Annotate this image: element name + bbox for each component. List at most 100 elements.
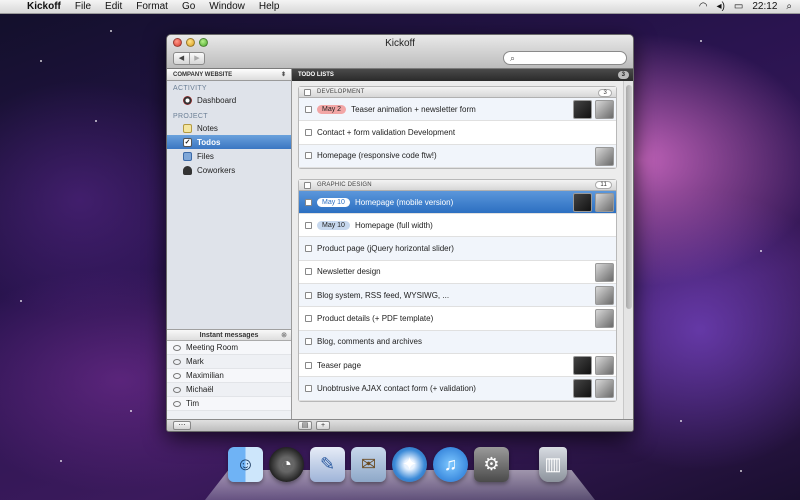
project-select[interactable]: COMPANY WEBSITE ⬍ bbox=[167, 69, 291, 81]
menu-edit[interactable]: Edit bbox=[98, 1, 129, 12]
assignee-avatar[interactable] bbox=[573, 100, 592, 119]
assignee-avatar[interactable] bbox=[595, 100, 614, 119]
due-date-badge: May 10 bbox=[317, 197, 350, 207]
chat-bubble-icon bbox=[173, 344, 181, 351]
todo-item-label: Unobtrusive AJAX contact form (+ validat… bbox=[317, 383, 476, 393]
volume-icon[interactable]: ◂) bbox=[717, 1, 725, 12]
assignee-avatar[interactable] bbox=[595, 262, 614, 282]
sidebar-item-label: Coworkers bbox=[197, 165, 236, 175]
history-nav: ◀ ▶ bbox=[173, 52, 205, 65]
todo-item[interactable]: Unobtrusive AJAX contact form (+ validat… bbox=[299, 377, 616, 401]
sidebar-item-files[interactable]: Files bbox=[167, 149, 291, 163]
todo-item-label: Blog system, RSS feed, WYSIWG, ... bbox=[317, 290, 450, 300]
chat-bubble-icon bbox=[173, 400, 181, 407]
assignee-avatar[interactable] bbox=[573, 192, 592, 212]
close-panel-icon[interactable]: ⊗ bbox=[281, 330, 287, 341]
spotlight-icon[interactable]: ⌕ bbox=[786, 1, 792, 12]
todo-item-label: Product details (+ PDF template) bbox=[317, 314, 434, 324]
todo-item[interactable]: May 10 Homepage (full width) bbox=[299, 214, 616, 238]
menu-help[interactable]: Help bbox=[252, 1, 287, 12]
select-arrows-icon: ⬍ bbox=[280, 72, 286, 78]
safari-icon[interactable]: ✦ bbox=[392, 447, 427, 482]
group-checkbox[interactable] bbox=[304, 89, 311, 96]
todo-group-header[interactable]: DEVELOPMENT 3 bbox=[299, 87, 616, 98]
activity-heading: ACTIVITY bbox=[173, 85, 207, 92]
todo-checkbox[interactable] bbox=[305, 128, 312, 136]
todo-checkbox[interactable] bbox=[305, 198, 312, 206]
assignee-avatar[interactable] bbox=[595, 309, 614, 329]
wifi-icon[interactable]: ◠ bbox=[699, 1, 708, 12]
vertical-scrollbar[interactable] bbox=[623, 81, 633, 419]
battery-icon[interactable]: ▭ bbox=[734, 1, 743, 12]
menu-format[interactable]: Format bbox=[129, 1, 175, 12]
sidebar-item-label: Todos bbox=[197, 137, 221, 147]
todo-checkbox[interactable] bbox=[305, 268, 312, 276]
grid-view-button[interactable]: ⋯ bbox=[173, 421, 191, 430]
assignee-avatar[interactable] bbox=[595, 286, 614, 306]
assignee-avatar[interactable] bbox=[573, 379, 592, 399]
dashboard-icon[interactable]: ◔ bbox=[269, 447, 304, 482]
todo-item[interactable]: Blog system, RSS feed, WYSIWG, ... bbox=[299, 284, 616, 308]
todo-checkbox[interactable] bbox=[305, 338, 312, 346]
todo-checkbox[interactable] bbox=[305, 245, 312, 253]
menu-go[interactable]: Go bbox=[175, 1, 202, 12]
im-item[interactable]: Meeting Room bbox=[167, 341, 291, 355]
sidebar-item-notes[interactable]: Notes bbox=[167, 121, 291, 135]
todo-item[interactable]: Newsletter design bbox=[299, 261, 616, 285]
sidebar-item-label: Files bbox=[197, 151, 214, 161]
todo-item[interactable]: Contact + form validation Development bbox=[299, 121, 616, 145]
todo-item[interactable]: Product page (jQuery horizontal slider) bbox=[299, 237, 616, 261]
todo-item-label: Contact + form validation Development bbox=[317, 127, 456, 137]
todo-checkbox[interactable] bbox=[305, 384, 312, 392]
todo-checkbox[interactable] bbox=[305, 221, 312, 229]
im-item[interactable]: Tim bbox=[167, 397, 291, 411]
todo-item[interactable]: May 2 Teaser animation + newsletter form bbox=[299, 98, 616, 122]
todo-item[interactable]: Homepage (responsive code ftw!) bbox=[299, 144, 616, 168]
todo-checkbox[interactable] bbox=[305, 315, 312, 323]
im-item[interactable]: Maximilian bbox=[167, 369, 291, 383]
sidebar: COMPANY WEBSITE ⬍ ACTIVITY Dashboard PRO… bbox=[167, 69, 292, 419]
todo-item[interactable]: Blog, comments and archives bbox=[299, 330, 616, 354]
project-heading: PROJECT bbox=[173, 113, 208, 120]
finder-icon[interactable]: ☺ bbox=[228, 447, 263, 482]
todo-checkbox[interactable] bbox=[305, 152, 312, 160]
assignee-avatar[interactable] bbox=[595, 355, 614, 375]
assignee-avatar[interactable] bbox=[573, 355, 592, 375]
sidebar-item-todos[interactable]: ✓ Todos bbox=[167, 135, 291, 149]
group-checkbox[interactable] bbox=[304, 181, 311, 189]
sidebar-item-coworkers[interactable]: Coworkers bbox=[167, 163, 291, 177]
todo-lists-title: TODO LISTS bbox=[298, 72, 334, 78]
menu-window[interactable]: Window bbox=[202, 1, 252, 12]
todo-checkbox[interactable] bbox=[305, 105, 312, 113]
back-button[interactable]: ◀ bbox=[174, 53, 189, 64]
add-list-button[interactable]: ▤ bbox=[298, 421, 312, 430]
todo-group-title: GRAPHIC DESIGN bbox=[317, 181, 372, 188]
im-item[interactable]: Mark bbox=[167, 355, 291, 369]
search-input[interactable]: ⌕ bbox=[503, 51, 627, 65]
assignee-avatar[interactable] bbox=[595, 146, 614, 166]
system-preferences-icon[interactable]: ⚙ bbox=[474, 447, 509, 482]
trash-icon[interactable]: ▥ bbox=[539, 447, 567, 482]
todo-item[interactable]: May 10 Homepage (mobile version) bbox=[299, 190, 616, 215]
todo-checkbox[interactable] bbox=[305, 291, 312, 299]
todo-group-header[interactable]: GRAPHIC DESIGN 11 bbox=[299, 179, 616, 191]
assignee-avatar[interactable] bbox=[595, 379, 614, 399]
itunes-icon[interactable]: ♫ bbox=[433, 447, 468, 482]
forward-button[interactable]: ▶ bbox=[189, 53, 204, 64]
im-item[interactable]: Michaël bbox=[167, 383, 291, 397]
pages-icon[interactable]: ✎ bbox=[310, 447, 345, 482]
assignee-avatar[interactable] bbox=[595, 192, 614, 212]
menu-file[interactable]: File bbox=[68, 1, 98, 12]
todo-item-label: Teaser animation + newsletter form bbox=[351, 104, 476, 114]
scrollbar-thumb[interactable] bbox=[626, 85, 632, 309]
todo-item[interactable]: Product details (+ PDF template) bbox=[299, 307, 616, 331]
menu-app-name[interactable]: Kickoff bbox=[20, 1, 68, 12]
add-todo-button[interactable]: + bbox=[316, 421, 330, 430]
mail-icon[interactable]: ✉ bbox=[351, 447, 386, 482]
due-date-badge: May 10 bbox=[317, 220, 350, 230]
sidebar-item-label: Notes bbox=[197, 123, 218, 133]
menu-clock[interactable]: 22:12 bbox=[752, 1, 777, 12]
todo-item[interactable]: Teaser page bbox=[299, 354, 616, 378]
todo-checkbox[interactable] bbox=[305, 361, 312, 369]
sidebar-item-dashboard[interactable]: Dashboard bbox=[167, 93, 291, 107]
